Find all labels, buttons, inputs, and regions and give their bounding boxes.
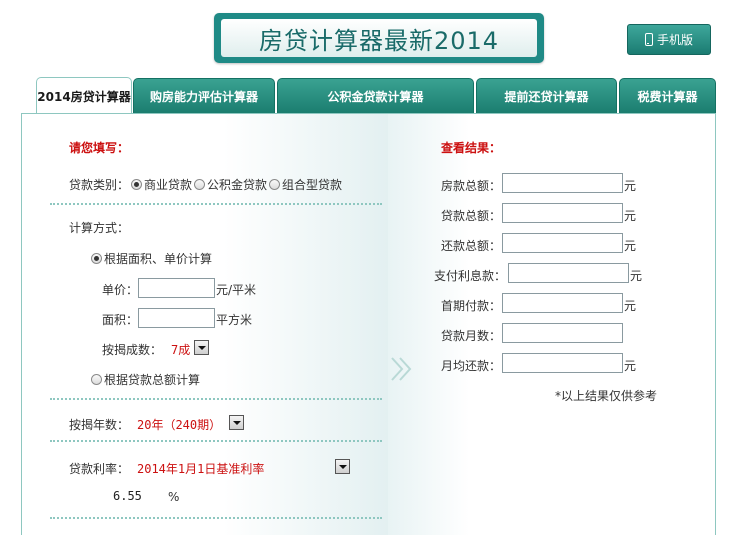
method-area-option: 根据面积、单价计算	[91, 250, 212, 267]
chevron-down-icon[interactable]	[335, 459, 350, 474]
loan-type-combined-label: 组合型贷款	[282, 178, 343, 192]
page-title: 房贷计算器最新2014	[258, 26, 500, 55]
monthly-payment-unit: 元	[624, 359, 637, 373]
mobile-version-button[interactable]: 手机版	[627, 24, 711, 55]
repay-total-output[interactable]	[502, 233, 623, 253]
loan-type-group: 商业贷款 公积金贷款 组合型贷款	[131, 176, 342, 193]
repay-total-label: 还款总额：	[441, 239, 502, 253]
unit-price-unit: 元/平米	[216, 283, 257, 297]
calc-method-label: 计算方式：	[69, 221, 130, 235]
area-unit: 平方米	[216, 313, 253, 327]
tab-provident-fund[interactable]: 公积金贷款计算器	[277, 78, 474, 114]
input-section-title: 请您填写：	[69, 141, 130, 155]
tab-affordability[interactable]: 购房能力评估计算器	[133, 78, 275, 114]
tab-tax[interactable]: 税费计算器	[619, 78, 716, 114]
loan-type-label: 贷款类别：	[69, 178, 130, 192]
chevron-down-icon[interactable]	[229, 415, 244, 430]
house-total-unit: 元	[624, 179, 637, 193]
method-total-option: 根据贷款总额计算	[91, 371, 200, 388]
down-payment-label: 首期付款：	[441, 299, 502, 313]
interest-total-output[interactable]	[508, 263, 629, 283]
down-payment-unit: 元	[624, 299, 637, 313]
loan-rate-option[interactable]: 2014年1月1日基准利率	[137, 460, 264, 477]
house-total-label: 房款总额：	[441, 179, 502, 193]
calculator-tabs: 2014房贷计算器 购房能力评估计算器 公积金贷款计算器 提前还贷计算器 税费计…	[0, 77, 743, 114]
divider	[50, 517, 382, 519]
loan-rate-input[interactable]: 6.55	[113, 486, 165, 506]
page-title-inner: 房贷计算器最新2014	[221, 19, 537, 57]
loan-type-commercial-radio[interactable]	[131, 179, 142, 190]
loan-rate-label: 贷款利率：	[69, 462, 130, 476]
loan-type-provident-radio[interactable]	[194, 179, 206, 190]
mortgage-years-value[interactable]: 20年（240期）	[137, 416, 221, 433]
divider	[50, 398, 382, 400]
loan-rate-value: 6.55	[113, 489, 142, 503]
loan-months-label: 贷款月数：	[441, 329, 502, 343]
tab-label: 购房能力评估计算器	[149, 90, 258, 104]
chevron-down-icon[interactable]	[194, 340, 209, 355]
double-chevron-right-icon	[391, 357, 412, 381]
tab-label: 税费计算器	[637, 90, 698, 104]
loan-total-unit: 元	[624, 209, 637, 223]
tab-label: 2014房贷计算器	[37, 89, 131, 104]
area-label: 面积：	[102, 313, 139, 327]
result-disclaimer: *以上结果仅供参考	[555, 389, 658, 403]
divider	[50, 440, 382, 442]
unit-price-label: 单价：	[102, 283, 139, 297]
area-input[interactable]	[138, 308, 215, 328]
interest-total-unit: 元	[630, 269, 643, 283]
method-area-radio[interactable]	[91, 253, 102, 264]
interest-total-label: 支付利息款：	[434, 269, 507, 283]
repay-total-unit: 元	[624, 239, 637, 253]
loan-type-provident-label: 公积金贷款	[207, 178, 268, 192]
method-area-label: 根据面积、单价计算	[104, 252, 213, 266]
monthly-payment-label: 月均还款：	[441, 359, 502, 373]
page-title-box: 房贷计算器最新2014	[214, 13, 544, 63]
mortgage-ratio-label: 按揭成数：	[102, 343, 163, 357]
mobile-version-label: 手机版	[656, 33, 693, 47]
loan-total-label: 贷款总额：	[441, 209, 502, 223]
method-total-label: 根据贷款总额计算	[104, 373, 201, 387]
mortgage-ratio-value[interactable]: 7成	[171, 341, 190, 358]
loan-months-output[interactable]	[502, 323, 623, 343]
house-total-output[interactable]	[502, 173, 623, 193]
tab-label: 公积金贷款计算器	[327, 90, 424, 104]
down-payment-output[interactable]	[502, 293, 623, 313]
divider	[50, 203, 382, 205]
monthly-payment-output[interactable]	[502, 353, 623, 373]
tab-label: 提前还贷计算器	[504, 90, 589, 104]
method-total-radio[interactable]	[91, 374, 102, 385]
mortgage-years-label: 按揭年数：	[69, 418, 130, 432]
unit-price-input[interactable]	[138, 278, 215, 298]
result-section-title: 查看结果：	[441, 141, 502, 155]
loan-total-output[interactable]	[502, 203, 623, 223]
phone-icon	[644, 33, 653, 46]
tab-mortgage-2014[interactable]: 2014房贷计算器	[36, 77, 132, 114]
tab-prepayment[interactable]: 提前还贷计算器	[476, 78, 617, 114]
loan-rate-unit: %	[168, 490, 180, 504]
loan-type-commercial-label: 商业贷款	[144, 178, 193, 192]
loan-type-combined-radio[interactable]	[269, 179, 281, 190]
